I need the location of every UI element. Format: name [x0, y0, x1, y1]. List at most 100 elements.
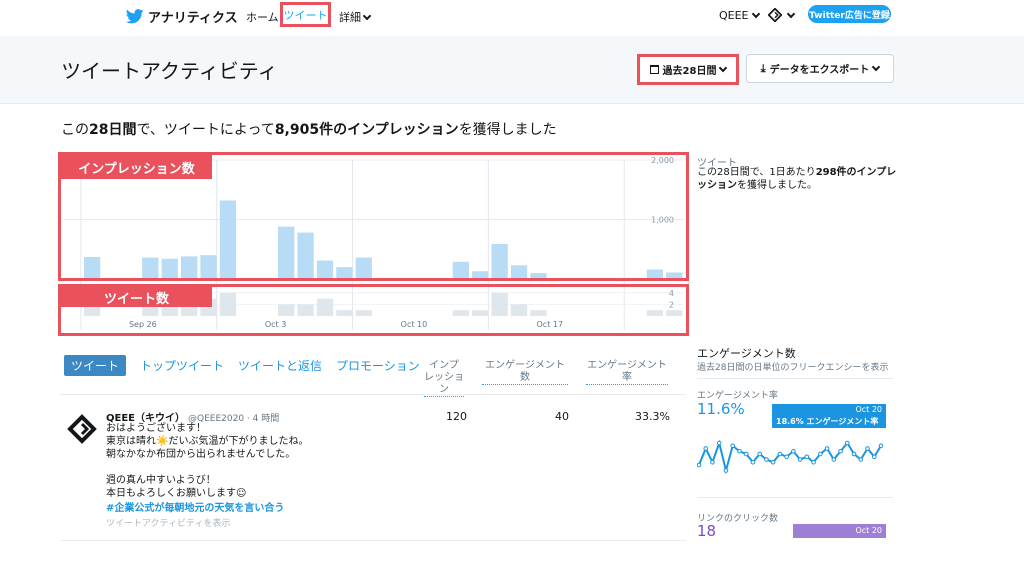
top-nav: アナリティクス ホーム ツイート 詳細 QEEE Twitter広告に登録: [0, 0, 1024, 32]
sparkline-point: [858, 457, 864, 462]
col-impressions-l2: レッション: [424, 372, 464, 395]
calendar-icon: [649, 65, 659, 74]
panel-divider: [697, 378, 893, 379]
sparkline-point: [737, 448, 742, 454]
engagement-panel-title: エンゲージメント数: [697, 347, 796, 360]
sparkline-point: [831, 457, 837, 462]
tweet-line: ​: [106, 461, 406, 474]
sparkline-point: [723, 468, 729, 473]
side-text-post: を獲得しました。: [737, 180, 817, 191]
download-icon: ⤓: [760, 61, 766, 75]
sparkline-point: [770, 459, 776, 465]
engagement-rate-value: 11.6%: [697, 400, 745, 418]
twitter-bird-icon: [126, 9, 144, 24]
col-engagements-header[interactable]: エンゲージメント数: [482, 360, 568, 385]
sparkline-point: [818, 451, 823, 457]
nav-more-dropdown[interactable]: 詳細: [339, 9, 372, 25]
tab-promotions[interactable]: プロモーション: [336, 357, 420, 374]
impressions-chart-label: インプレッション数: [61, 155, 212, 179]
tweet-tabs: ツイート トップツイート ツイートと返信 プロモーション: [64, 355, 420, 376]
brand-label: アナリティクス: [148, 11, 238, 26]
qeee-logo-icon: [768, 8, 782, 22]
tweet-engagements: 40: [555, 410, 569, 423]
chevron-down-icon: [362, 11, 372, 20]
account-name: QEEE: [719, 9, 749, 22]
period-selector[interactable]: 過去28日間: [637, 54, 739, 85]
panel-divider: [697, 497, 893, 498]
side-summary: この28日間で、1日あたり298件のインプレッションを獲得しました。: [697, 166, 902, 192]
chevron-down-icon: [786, 9, 796, 18]
sparkline-point: [777, 451, 783, 457]
link-clicks-tooltip: Oct 20: [793, 524, 886, 538]
col-impressions-header[interactable]: インプ レッション: [424, 360, 464, 397]
view-tweet-activity-link[interactable]: ツイートアクティビティを表示: [106, 516, 230, 529]
summary-suffix: を獲得しました: [458, 122, 557, 138]
tooltip-date: Oct 20: [855, 526, 882, 535]
profile-menu[interactable]: [768, 6, 798, 24]
tooltip-text: 18.6% エンゲージメント率: [776, 417, 879, 426]
sparkline-point: [757, 451, 762, 457]
tweets-chart-label: ツイート数: [61, 287, 212, 307]
sparkline-point: [797, 457, 803, 462]
export-label: データをエクスポート: [769, 65, 870, 76]
tab-top-tweets[interactable]: トップツイート: [140, 357, 224, 374]
avatar[interactable]: [67, 414, 97, 444]
sparkline-point: [730, 443, 736, 449]
sparkline-point: [804, 454, 810, 460]
impressions-summary: この28日間で、ツイートによって8,905件のインプレッションを獲得しました: [61, 119, 557, 139]
tweet-engagement-rate: 33.3%: [635, 410, 670, 423]
tweet-line: 週の真ん中すいようび！: [106, 475, 216, 486]
tweet-impressions: 120: [446, 410, 467, 423]
tooltip-date: Oct 20: [855, 405, 882, 414]
col-impressions-l1: インプ: [429, 360, 459, 371]
table-divider: [60, 540, 686, 541]
sparkline-point: [811, 459, 816, 465]
sparkline-point: [764, 457, 769, 462]
engagement-rate-tooltip: Oct 20 18.6% エンゲージメント率: [772, 404, 886, 428]
engagement-panel-subtitle: 過去28日間の日単位のフリークエンシーを表示: [697, 363, 889, 373]
account-switcher[interactable]: QEEE: [719, 9, 760, 22]
chevron-down-icon: [751, 9, 760, 19]
tab-tweets[interactable]: ツイート: [64, 355, 127, 376]
sparkline-point: [865, 446, 870, 451]
link-clicks-value: 18: [697, 522, 717, 540]
sparkline-point: [703, 446, 709, 451]
tweet-line: 朝なかなか布団から出られませんでした。: [106, 449, 296, 460]
sparkline-point: [838, 448, 843, 454]
sparkline-point: [743, 451, 749, 457]
nav-home-link[interactable]: ホーム: [246, 9, 279, 25]
page-title: ツイートアクティビティ: [61, 59, 278, 83]
tweet-hashtag[interactable]: #企業公式が毎朝地元の天気を言い合う: [106, 499, 284, 514]
side-text-pre: この28日間で、1日あたり: [697, 167, 816, 178]
sparkline-point: [784, 454, 789, 460]
sparkline-path: [698, 439, 882, 475]
col-rate-header[interactable]: エンゲージメント率: [586, 360, 668, 385]
chevron-down-icon: [872, 62, 881, 72]
sparkline-point: [750, 459, 756, 465]
sparkline-point: [716, 440, 722, 446]
summary-count: 8,905件のインプレッション: [274, 122, 459, 138]
analytics-logo[interactable]: アナリティクス: [126, 7, 238, 26]
tab-tweets-replies[interactable]: ツイートと返信: [238, 357, 322, 374]
sparkline-point: [844, 440, 850, 446]
tweet-text: おはようございます！ 東京は晴れ☀️だいぶ気温が下がりましたね。 朝なかなか布団…: [106, 422, 406, 500]
engagement-rate-sparkline: [697, 439, 884, 475]
twitter-ads-signup-button[interactable]: Twitter広告に登録: [808, 5, 891, 23]
nav-tweets-link[interactable]: ツイート: [280, 2, 331, 27]
sparkline-point: [851, 451, 857, 457]
export-data-button[interactable]: ⤓ データをエクスポート: [746, 54, 894, 83]
summary-prefix: この: [61, 122, 89, 138]
sparkline-point: [791, 448, 796, 454]
sparkline-point: [824, 446, 830, 451]
nav-tweets-label: ツイート: [283, 8, 328, 22]
nav-more-label: 詳細: [339, 11, 361, 24]
summary-days: 28日間: [89, 122, 137, 138]
sparkline-point: [878, 443, 884, 449]
tweet-line: おはようございます！: [106, 423, 206, 434]
sparkline-point: [871, 454, 877, 460]
chevron-down-icon: [719, 63, 728, 73]
table-divider: [60, 394, 686, 395]
period-label: 過去28日間: [662, 66, 717, 77]
sparkline-point: [697, 462, 702, 468]
summary-middle: で、ツイートによって: [136, 122, 275, 138]
